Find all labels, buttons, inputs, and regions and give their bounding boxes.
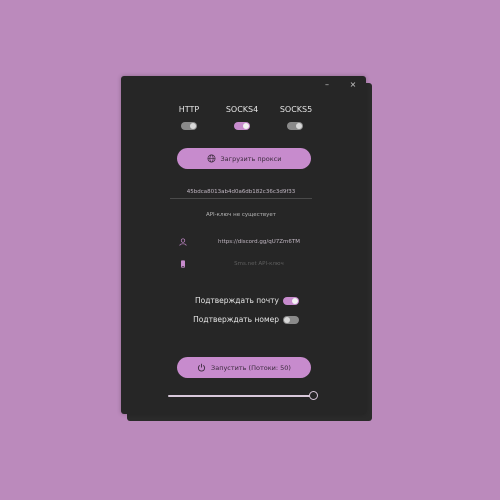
confirm-phone-toggle[interactable]	[283, 316, 299, 324]
api-key-input[interactable]	[170, 186, 312, 199]
socks4-label: SOCKS4	[225, 105, 259, 114]
power-icon	[197, 363, 206, 372]
start-label: Запустить (Потоки: 50)	[211, 363, 291, 372]
close-button[interactable]: ×	[346, 78, 360, 92]
start-button[interactable]: Запустить (Потоки: 50)	[177, 357, 311, 378]
user-icon	[179, 238, 187, 246]
confirm-email-label: Подтверждать почту	[194, 296, 279, 305]
minimize-button[interactable]: –	[320, 78, 334, 92]
confirm-phone-label: Подтверждать номер	[193, 315, 279, 324]
socks4-toggle[interactable]	[234, 122, 250, 130]
load-proxy-label: Загрузить прокси	[220, 154, 282, 163]
globe-icon	[207, 154, 215, 163]
phone-icon	[181, 260, 185, 268]
sms-api-key-input[interactable]	[194, 258, 324, 270]
threads-slider-thumb[interactable]	[309, 391, 318, 400]
http-toggle[interactable]	[181, 122, 197, 130]
load-proxy-button[interactable]: Загрузить прокси	[177, 148, 311, 169]
socks5-toggle[interactable]	[287, 122, 303, 130]
socks5-label: SOCKS5	[279, 105, 313, 114]
http-label: HTTP	[178, 105, 200, 114]
discord-link-input[interactable]	[194, 236, 324, 248]
api-status-text: API-ключ не существует	[205, 212, 277, 218]
confirm-email-toggle[interactable]	[283, 297, 299, 305]
app-window: – × HTTP SOCKS4 SOCKS5 Загрузить прокси …	[121, 76, 366, 414]
threads-slider-track[interactable]	[168, 395, 313, 397]
